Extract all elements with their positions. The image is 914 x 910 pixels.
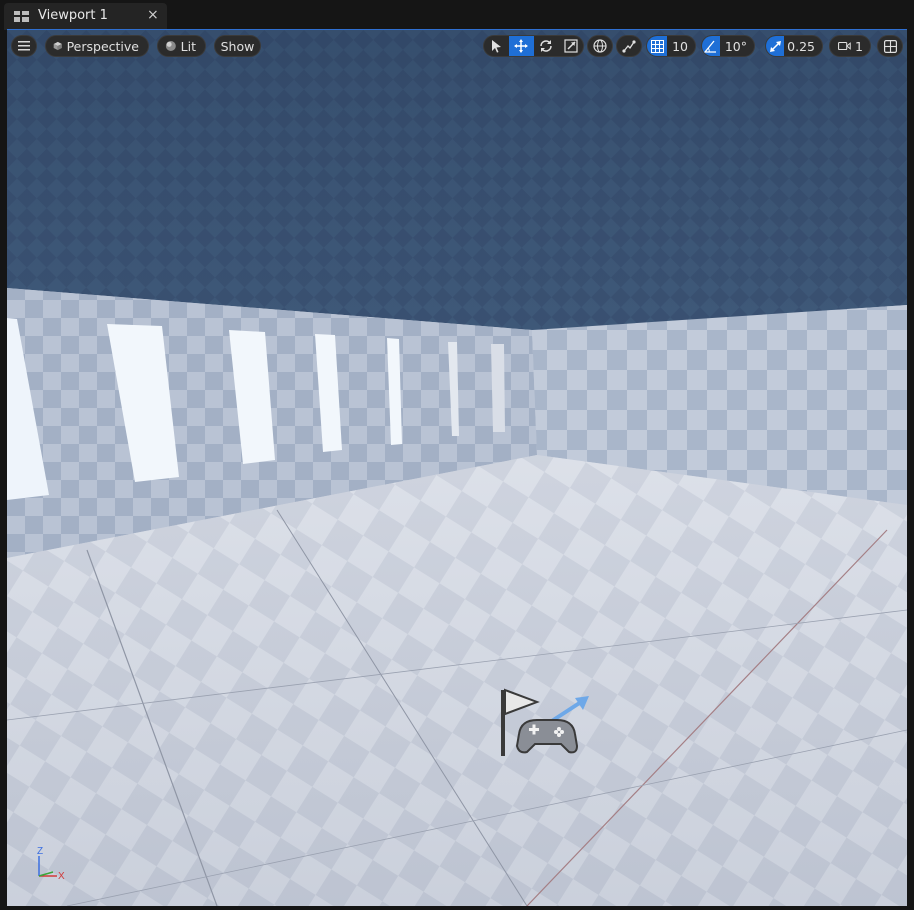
rotation-snap-toggle[interactable] [702, 36, 720, 56]
lit-sphere-icon [165, 41, 176, 51]
grid-snap-value[interactable]: 10 [667, 39, 695, 54]
tab-title: Viewport 1 [38, 8, 108, 23]
scale-snap-value[interactable]: 0.25 [784, 39, 822, 54]
rotate-tool-button[interactable] [534, 36, 559, 56]
globe-icon [593, 39, 607, 53]
show-menu-label: Show [220, 38, 255, 54]
rotate-icon [540, 40, 552, 52]
axis-z-label: Z [37, 846, 43, 857]
rotation-snap-control[interactable]: 10° [701, 35, 755, 57]
transform-tools-group [483, 35, 584, 57]
lighting-mode-button[interactable]: Lit [157, 35, 206, 57]
select-tool-button[interactable] [484, 36, 509, 56]
translate-move-icon [514, 39, 529, 53]
surface-snap-button[interactable] [616, 35, 642, 57]
tab-bar: Viewport 1 × [0, 0, 914, 30]
viewport-menu-button[interactable] [11, 35, 37, 57]
angle-icon [704, 40, 717, 53]
grid-snap-toggle[interactable] [647, 36, 668, 56]
axis-gizmo: Z X [37, 846, 65, 882]
scale-snap-toggle[interactable] [766, 36, 785, 56]
player-start-icon[interactable] [497, 682, 597, 762]
close-icon[interactable]: × [147, 7, 159, 23]
camera-speed-value: 1 [855, 38, 863, 54]
world-local-toggle[interactable] [587, 35, 613, 57]
viewport-tab[interactable]: Viewport 1 × [4, 3, 167, 30]
hamburger-menu-icon [18, 41, 30, 51]
translate-tool-button[interactable] [508, 36, 534, 56]
scale-snap-icon [769, 40, 781, 52]
level-viewport[interactable]: Z X Perspective Lit Show 10 10° 0.25 1 [7, 29, 907, 906]
scale-icon [564, 39, 578, 53]
viewport-grid-icon [14, 11, 29, 22]
rotation-snap-value[interactable]: 10° [720, 39, 754, 54]
scale-tool-button[interactable] [558, 36, 583, 56]
scale-snap-control[interactable]: 0.25 [765, 35, 823, 57]
lighting-mode-label: Lit [180, 38, 196, 54]
viewport-layout-button[interactable] [877, 35, 903, 57]
view-mode-label: Perspective [66, 38, 139, 54]
scene-render [7, 30, 907, 906]
camera-icon [838, 41, 851, 51]
view-mode-button[interactable]: Perspective [45, 35, 149, 57]
show-menu-button[interactable]: Show [214, 35, 261, 57]
camera-speed-control[interactable]: 1 [829, 35, 871, 57]
grid-icon [650, 39, 664, 53]
layout-grid-icon [883, 39, 897, 53]
grid-snap-control[interactable]: 10 [646, 35, 696, 57]
surface-snap-icon [622, 40, 636, 53]
select-arrow-icon [492, 40, 502, 53]
axis-x-label: X [58, 871, 65, 882]
cube-icon [53, 41, 62, 51]
